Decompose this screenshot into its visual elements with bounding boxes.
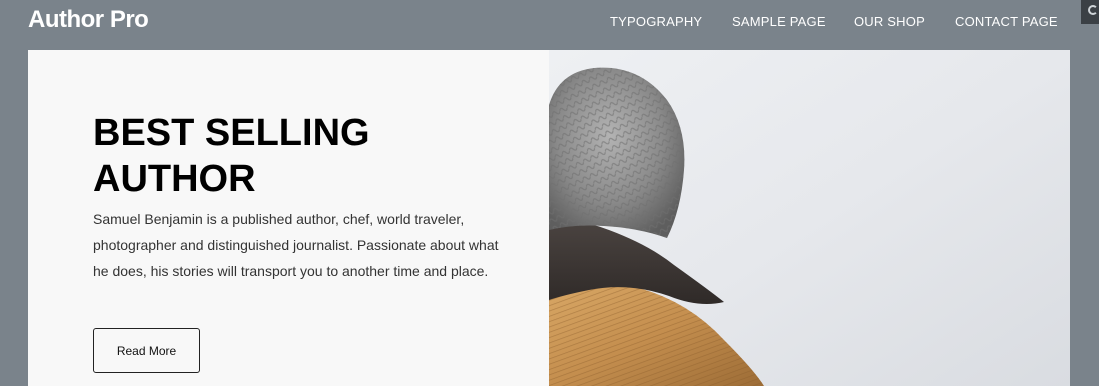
nav-item-sample-page[interactable]: SAMPLE PAGE — [732, 14, 826, 29]
author-photo-image — [549, 50, 1070, 386]
hero-section: BEST SELLING AUTHOR Samuel Benjamin is a… — [28, 50, 1070, 386]
hero-title: BEST SELLING AUTHOR — [93, 110, 493, 202]
search-toggle-button[interactable] — [1081, 0, 1099, 24]
site-header: Author Pro TYPOGRAPHY SAMPLE PAGE OUR SH… — [0, 0, 1099, 48]
read-more-button[interactable]: Read More — [93, 328, 200, 373]
hero-text-panel: BEST SELLING AUTHOR Samuel Benjamin is a… — [28, 50, 549, 386]
hero-title-line-2: AUTHOR — [93, 158, 256, 200]
hero-title-line-1: BEST SELLING — [93, 112, 370, 154]
nav-item-typography[interactable]: TYPOGRAPHY — [610, 14, 702, 29]
nav-item-contact-page[interactable]: CONTACT PAGE — [955, 14, 1058, 29]
main-nav: TYPOGRAPHY SAMPLE PAGE OUR SHOP CONTACT … — [0, 14, 1099, 34]
page: Author Pro TYPOGRAPHY SAMPLE PAGE OUR SH… — [0, 0, 1099, 386]
hero-photo — [549, 50, 1070, 386]
nav-item-our-shop[interactable]: OUR SHOP — [854, 14, 925, 29]
search-icon — [1088, 5, 1098, 15]
hero-description: Samuel Benjamin is a published author, c… — [93, 211, 499, 279]
